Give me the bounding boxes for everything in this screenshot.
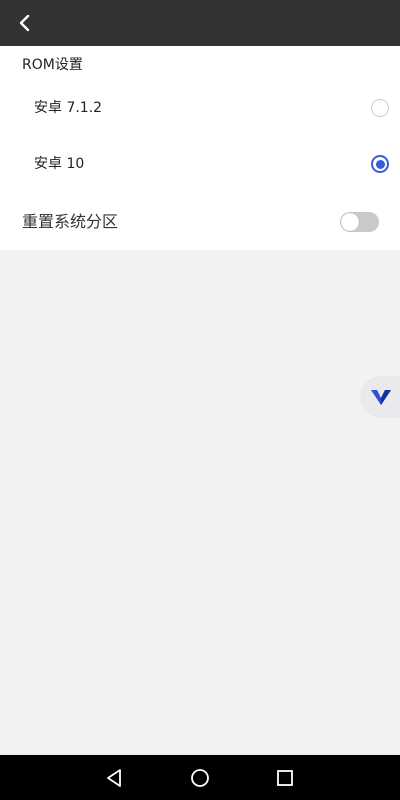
reset-system-partition-label: 重置系统分区 (22, 212, 119, 231)
nav-back-button[interactable] (99, 763, 129, 793)
nav-home-button[interactable] (185, 763, 215, 793)
top-app-bar (0, 0, 400, 46)
rom-option-android-7[interactable]: 安卓 7.1.2 (0, 86, 400, 130)
square-recent-icon (277, 770, 293, 786)
floating-assistant-button[interactable] (362, 378, 400, 416)
v-logo-icon (371, 390, 391, 405)
nav-recent-apps-button[interactable] (270, 763, 300, 793)
chevron-left-icon (19, 14, 30, 32)
screen: ROM设置 安卓 7.1.2 安卓 10 重置系统分区 (0, 0, 400, 800)
settings-panel: ROM设置 安卓 7.1.2 安卓 10 重置系统分区 (0, 46, 400, 250)
rom-option-label: 安卓 7.1.2 (34, 100, 103, 116)
radio-button-unchecked[interactable] (371, 99, 389, 117)
toggle-knob (341, 213, 359, 231)
radio-button-checked[interactable] (371, 155, 389, 173)
reset-system-partition-row: 重置系统分区 (0, 200, 400, 244)
triangle-back-icon (107, 769, 121, 787)
rom-settings-title: ROM设置 (22, 57, 83, 73)
circle-home-icon (191, 769, 209, 787)
reset-system-partition-toggle[interactable] (340, 212, 379, 232)
system-navigation-bar (0, 755, 400, 800)
rom-option-label: 安卓 10 (34, 156, 85, 172)
back-button[interactable] (10, 8, 40, 38)
rom-option-android-10[interactable]: 安卓 10 (0, 142, 400, 186)
